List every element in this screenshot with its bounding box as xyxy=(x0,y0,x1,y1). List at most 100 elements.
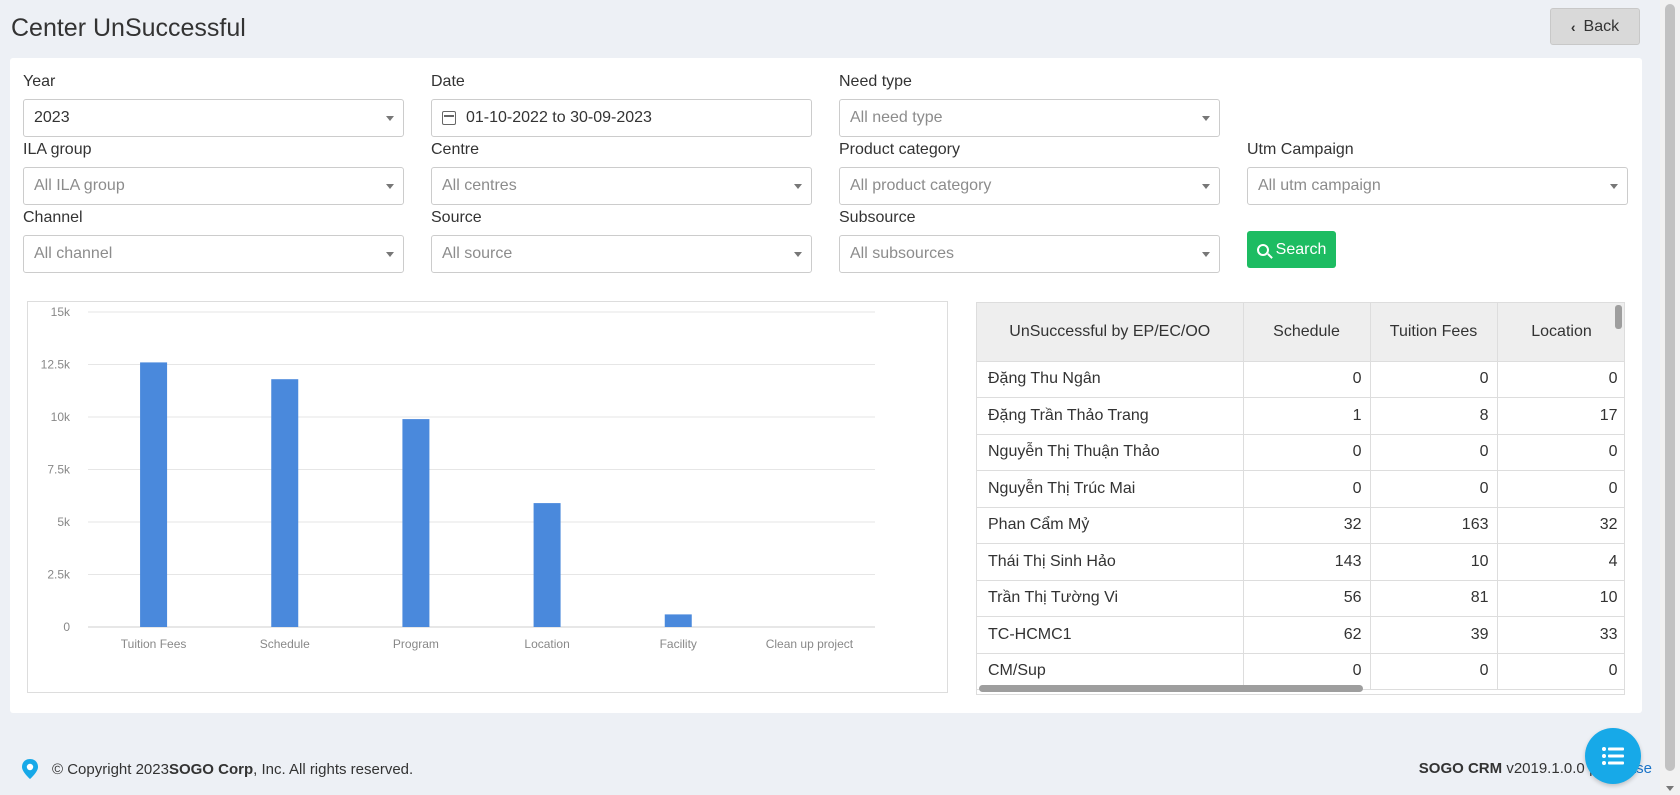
data-table-container: UnSuccessful by EP/EC/OO Schedule Tuition … xyxy=(976,302,1625,695)
table-row: Nguyễn Thị Trúc Mai 0 0 0 xyxy=(977,470,1624,508)
source-label: Source xyxy=(431,209,482,226)
channel-field: Channel All channel xyxy=(23,209,404,273)
table-cell-value: 0 xyxy=(1370,434,1498,471)
subsource-select[interactable]: All subsources xyxy=(839,235,1220,273)
table-cell-name: Trần Thị Tường Vi xyxy=(977,580,1244,617)
year-value: 2023 xyxy=(34,109,70,126)
scroll-down-arrow-icon[interactable] xyxy=(1666,786,1674,791)
calendar-icon xyxy=(442,111,456,125)
caret-down-icon xyxy=(794,184,802,189)
caret-down-icon xyxy=(386,184,394,189)
table-cell-value: 0 xyxy=(1497,434,1624,471)
product-category-label: Product category xyxy=(839,141,960,158)
channel-label: Channel xyxy=(23,209,83,226)
back-button[interactable]: ‹ Back xyxy=(1550,8,1640,45)
table-row: Đặng Thu Ngân 0 0 0 xyxy=(977,361,1624,398)
year-select[interactable]: 2023 xyxy=(23,99,404,137)
source-field: Source All source xyxy=(431,209,812,273)
x-tick-label: Tuition Fees xyxy=(121,637,187,651)
source-placeholder: All source xyxy=(442,245,513,262)
caret-down-icon xyxy=(386,116,394,121)
menu-fab-button[interactable] xyxy=(1585,728,1641,784)
table-row: Nguyễn Thị Thuận Thảo 0 0 0 xyxy=(977,434,1624,471)
page-scrollbar[interactable] xyxy=(1660,0,1680,795)
table-row: Trần Thị Tường Vi 56 81 10 xyxy=(977,580,1624,617)
x-tick-label: Program xyxy=(393,637,439,651)
need-type-field: Need type All need type xyxy=(839,73,1220,137)
bar-chart: 0 2.5k 5k 7.5k 10k 12.5k 15k Tuition Fees Schedu… xyxy=(27,301,948,693)
product-category-select[interactable]: All product category xyxy=(839,167,1220,205)
chevron-left-icon: ‹ xyxy=(1570,18,1576,35)
y-tick-label: 15k xyxy=(51,305,71,319)
table-header-cell: UnSuccessful by EP/EC/OO xyxy=(977,303,1244,362)
caret-down-icon xyxy=(1202,116,1210,121)
table-cell-value: 1 xyxy=(1243,397,1371,435)
channel-select[interactable]: All channel xyxy=(23,235,404,273)
need-type-select[interactable]: All need type xyxy=(839,99,1220,137)
y-tick-label: 12.5k xyxy=(41,358,71,372)
version-text: v2019.1.0.0 | xyxy=(1506,760,1597,777)
utm-campaign-select[interactable]: All utm campaign xyxy=(1247,167,1628,205)
date-value: 01-10-2022 to 30-09-2023 xyxy=(466,109,652,126)
search-button[interactable]: Search xyxy=(1247,231,1336,268)
back-button-label: Back xyxy=(1583,17,1620,35)
table-row: Thái Thị Sinh Hảo 143 10 4 xyxy=(977,543,1624,581)
centre-placeholder: All centres xyxy=(442,177,517,194)
table-cell-value: 32 xyxy=(1497,507,1624,544)
table-cell-value: 56 xyxy=(1243,580,1371,617)
date-range-input[interactable]: 01-10-2022 to 30-09-2023 xyxy=(431,99,812,137)
utm-campaign-label: Utm Campaign xyxy=(1247,141,1354,158)
product-category-placeholder: All product category xyxy=(850,177,992,194)
centre-select[interactable]: All centres xyxy=(431,167,812,205)
source-select[interactable]: All source xyxy=(431,235,812,273)
footer-copyright: © Copyright 2023 SOGO Corp , Inc. All ri… xyxy=(20,758,413,780)
copyright-suffix: , Inc. All rights reserved. xyxy=(253,760,414,778)
y-tick-label: 5k xyxy=(57,515,71,529)
table-cell-value: 10 xyxy=(1497,580,1624,617)
need-type-label: Need type xyxy=(839,73,912,90)
table-header-cell: Tuition Fees xyxy=(1370,303,1498,362)
location-pin-icon xyxy=(22,759,38,779)
page-scrollbar-thumb[interactable] xyxy=(1665,4,1675,771)
ila-group-select[interactable]: All ILA group xyxy=(23,167,404,205)
bar xyxy=(664,614,692,627)
table-cell-value: 4 xyxy=(1497,543,1624,581)
product-name: SOGO CRM xyxy=(1418,760,1503,777)
caret-down-icon xyxy=(1202,184,1210,189)
table-cell-value: 0 xyxy=(1370,361,1498,398)
table-cell-value: 143 xyxy=(1243,543,1371,581)
bar xyxy=(533,503,561,627)
table-cell-value: 32 xyxy=(1243,507,1371,544)
company-name: SOGO Corp xyxy=(168,760,254,778)
bar xyxy=(271,379,299,627)
table-cell-value: 8 xyxy=(1370,397,1498,435)
horizontal-scrollbar[interactable] xyxy=(979,685,1363,692)
table-cell-value: 0 xyxy=(1497,361,1624,398)
table-cell-value: 0 xyxy=(1243,434,1371,471)
caret-down-icon xyxy=(1610,184,1618,189)
x-tick-label: Clean up project xyxy=(766,637,854,651)
table-cell-value: 39 xyxy=(1370,616,1498,654)
table-header-cell: Location xyxy=(1497,303,1624,362)
data-table: UnSuccessful by EP/EC/OO Schedule Tuition … xyxy=(977,303,1624,690)
bar xyxy=(140,362,168,627)
table-cell-value: 17 xyxy=(1497,397,1624,435)
product-category-field: Product category All product category xyxy=(839,141,1220,205)
need-type-placeholder: All need type xyxy=(850,109,943,126)
ila-group-label: ILA group xyxy=(23,141,92,158)
date-label: Date xyxy=(431,73,465,90)
subsource-placeholder: All subsources xyxy=(850,245,955,262)
x-tick-label: Schedule xyxy=(260,637,310,651)
table-row: Phan Cẩm Mỷ 32 163 32 xyxy=(977,507,1624,544)
bar xyxy=(402,419,430,627)
table-cell-value: 0 xyxy=(1370,653,1498,690)
vertical-scrollbar[interactable] xyxy=(1615,305,1622,329)
date-field: Date 01-10-2022 to 30-09-2023 xyxy=(431,73,812,137)
table-header-cell: Schedule xyxy=(1243,303,1371,362)
table-cell-value: 62 xyxy=(1243,616,1371,654)
utm-campaign-field: Utm Campaign All utm campaign xyxy=(1247,141,1628,205)
table-cell-name: Nguyễn Thị Trúc Mai xyxy=(977,470,1244,508)
channel-placeholder: All channel xyxy=(34,245,113,262)
ila-group-placeholder: All ILA group xyxy=(34,177,125,194)
table-cell-value: 0 xyxy=(1243,470,1371,508)
